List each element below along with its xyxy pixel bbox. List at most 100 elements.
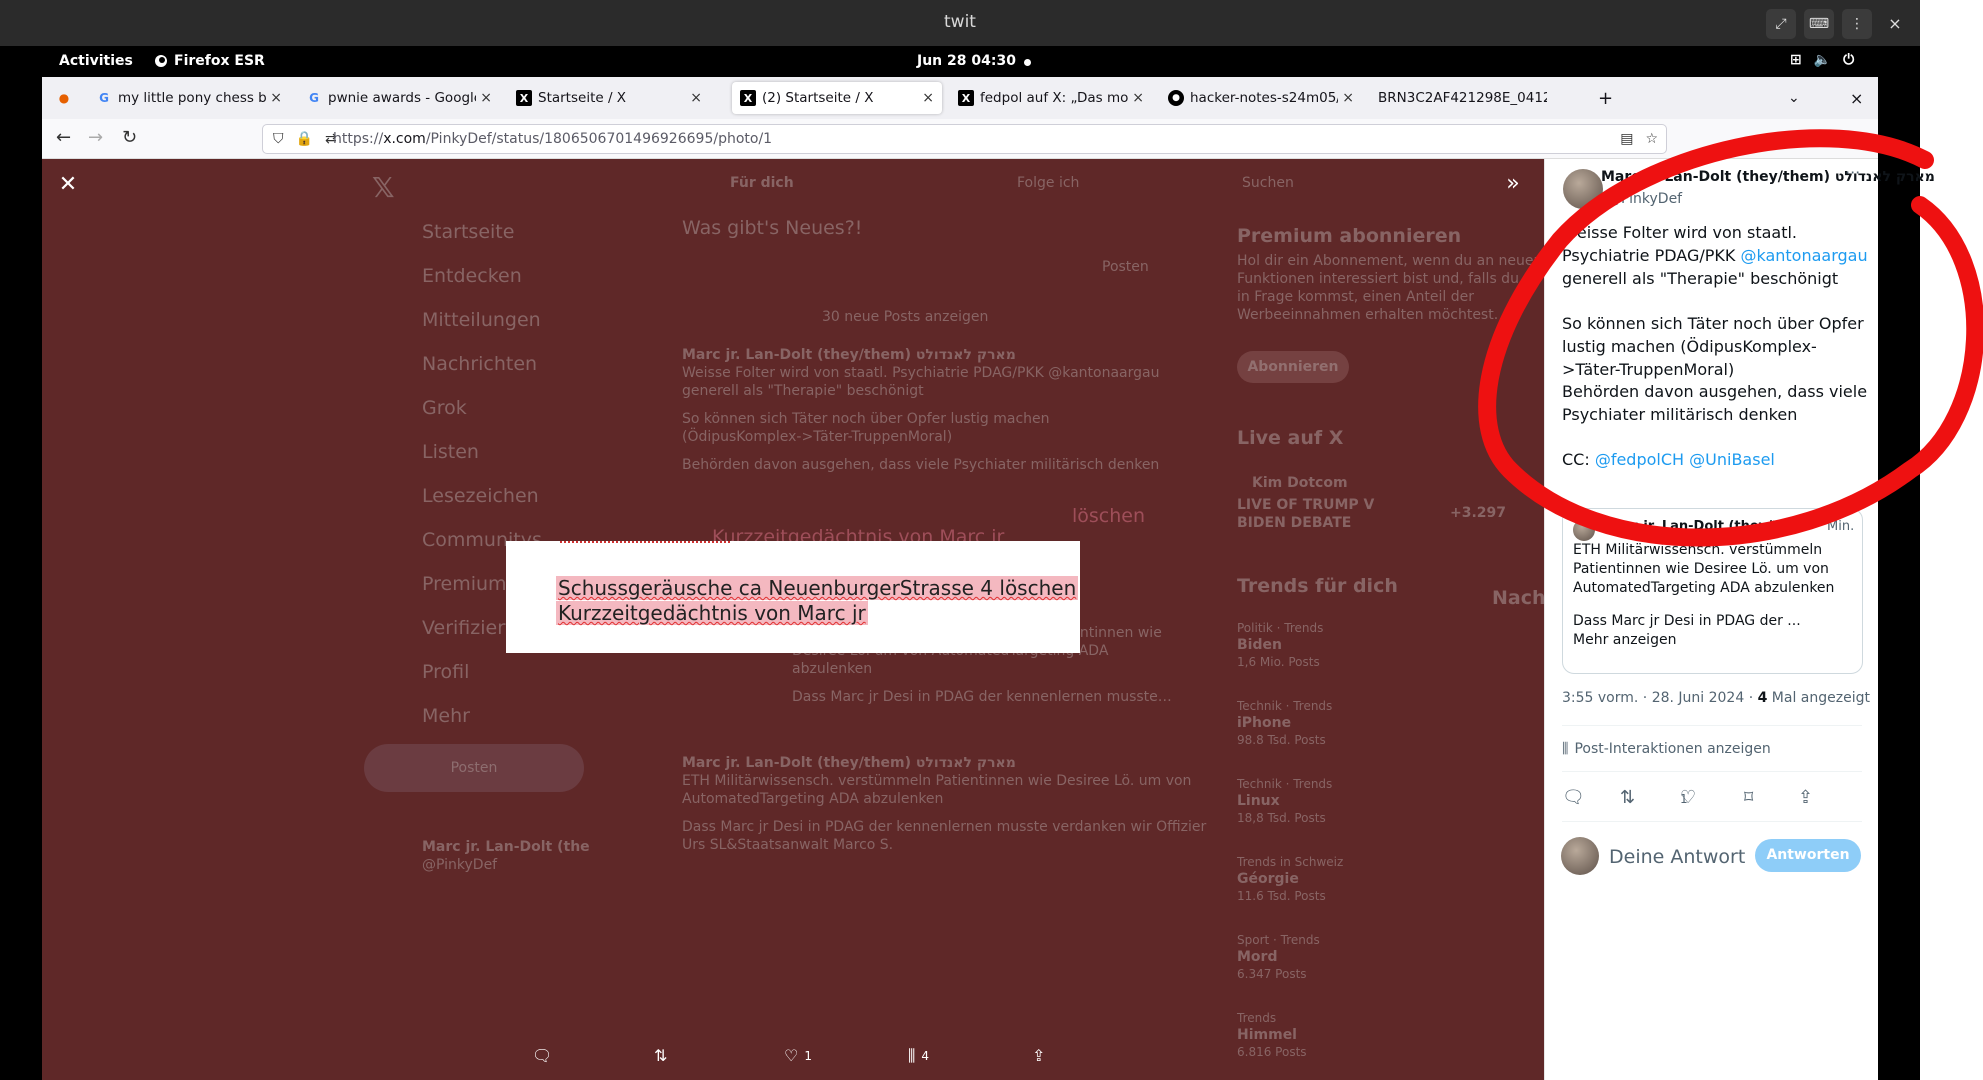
- clock[interactable]: Jun 28 04:30: [917, 53, 1016, 69]
- close-tab-icon[interactable]: ×: [480, 90, 492, 106]
- close-tab-icon[interactable]: ×: [922, 90, 934, 106]
- reload-icon[interactable]: ↻: [122, 127, 137, 148]
- expand-panel-icon[interactable]: »: [1497, 169, 1529, 201]
- ghost-feed-line: generell als "Therapie" beschönigt: [682, 383, 924, 399]
- ghost-feed-line: Dass Marc jr Desi in PDAG der kennenlern…: [792, 689, 1172, 705]
- ghost-live-text: BIDEN DEBATE: [1237, 515, 1352, 531]
- ghost-compose: Was gibt's Neues?!: [682, 217, 863, 239]
- ghost-trend-cat: Technik · Trends: [1237, 777, 1333, 791]
- close-window-icon[interactable]: ×: [1842, 82, 1872, 114]
- tab[interactable]: ● hacker-notes-s24m05/sca ×: [1160, 82, 1362, 114]
- ghost-trend-cat: Politik · Trends: [1237, 621, 1324, 635]
- like-button[interactable]: ♡ 1: [1680, 787, 1696, 808]
- photo-crop-line: [560, 541, 730, 543]
- quoted-tweet[interactable]: Marc jr. Lan-Dolt (they/t Min. ETH Milit…: [1562, 508, 1863, 674]
- share-icon[interactable]: ⇪: [1798, 787, 1813, 808]
- screen: twit ⤢ ⌨ ⋮ × Activities Firefox ESR Jun …: [0, 0, 1983, 1080]
- mention-link[interactable]: @kantonaargau: [1740, 246, 1867, 265]
- mention-link[interactable]: @UniBasel: [1689, 450, 1775, 469]
- ghost-live-count: +3.297: [1450, 505, 1507, 521]
- close-tab-icon[interactable]: ×: [1342, 90, 1354, 106]
- show-more-link[interactable]: Mehr anzeigen: [1573, 631, 1858, 650]
- ghost-nav-item: Grok: [422, 397, 467, 419]
- tab[interactable]: G my little pony chess board ×: [88, 82, 290, 114]
- tab-title: pwnie awards - Google Search: [328, 90, 476, 106]
- reader-view-icon[interactable]: ▤: [1620, 125, 1633, 153]
- bookmark-icon[interactable]: ⌑: [1744, 787, 1753, 808]
- activities-button[interactable]: Activities: [59, 53, 133, 69]
- list-all-tabs-icon[interactable]: ⌄: [1780, 82, 1810, 114]
- tweet-actions: 🗨 ⇅ ♡ 1 ⌑ ⇪: [1562, 787, 1872, 811]
- tweet-author-handle[interactable]: @PinkyDef: [1607, 191, 1682, 207]
- avatar[interactable]: [1563, 169, 1603, 209]
- reply-input[interactable]: Deine Antwort: [1609, 846, 1745, 868]
- ghost-trend-cat: Trends in Schweiz: [1237, 855, 1344, 869]
- tweet-meta: 3:55 vorm. · 28. Juni 2024 · 4 Mal angez…: [1562, 690, 1870, 706]
- like-count: 1: [804, 1048, 812, 1063]
- ghost-trend-posts: 1,6 Mio. Posts: [1237, 655, 1320, 669]
- close-tab-icon[interactable]: ×: [1132, 90, 1144, 106]
- post-interactions-link[interactable]: ⫼ Post-Interaktionen anzeigen: [1562, 741, 1771, 757]
- like-button[interactable]: ♡ 1: [784, 1046, 812, 1065]
- ghost-nav-item: Mehr: [422, 705, 470, 727]
- repost-icon[interactable]: ⇅: [654, 1046, 667, 1065]
- tab[interactable]: X fedpol auf X: „Das mobile ×: [950, 82, 1152, 114]
- url-bar-icons: ⛉ 🔒 ⇄: [273, 125, 337, 153]
- close-photo-icon[interactable]: ✕: [52, 169, 84, 201]
- tweet-photo[interactable]: Schussgeräusche ca NeuenburgerStrasse 4 …: [506, 541, 1080, 653]
- more-options-icon[interactable]: ···: [1845, 163, 1860, 182]
- url-bar[interactable]: ⛉ 🔒 ⇄ https://x.com/PinkyDef/status/1806…: [262, 124, 1667, 154]
- mention-link[interactable]: @fedpolCH: [1595, 450, 1684, 469]
- reply-button[interactable]: Antworten: [1755, 839, 1861, 872]
- share-icon[interactable]: ⇪: [1032, 1046, 1045, 1065]
- ghost-trend-posts: 11.6 Tsd. Posts: [1237, 889, 1326, 903]
- tweet-author-name[interactable]: Marc jr. Lan-Dolt (they/them) מארק לאנדו…: [1601, 169, 1935, 185]
- ghost-search: Suchen: [1242, 175, 1294, 191]
- lock-icon[interactable]: 🔒: [296, 125, 313, 153]
- tab[interactable]: BRN3C2AF421298E_041222: [1370, 82, 1555, 114]
- ghost-nav-item: Startseite: [422, 221, 515, 243]
- shield-icon[interactable]: ⛉: [273, 125, 284, 153]
- ghost-live-title: Live auf X: [1237, 427, 1344, 449]
- quoted-avatar: [1573, 519, 1595, 541]
- keyboard-icon[interactable]: ⌨: [1804, 9, 1834, 39]
- x-logo-icon: 𝕏: [372, 171, 395, 204]
- tab-active[interactable]: X (2) Startseite / X ×: [732, 82, 942, 114]
- forward-icon[interactable]: →: [88, 127, 103, 148]
- power-icon: ⏻: [1843, 52, 1855, 68]
- app-menu[interactable]: Firefox ESR: [154, 53, 265, 69]
- ghost-subscribe-button: Abonnieren: [1237, 351, 1349, 383]
- tab-title: (2) Startseite / X: [762, 90, 874, 106]
- close-tab-icon[interactable]: ×: [270, 90, 282, 106]
- right-margin: [1878, 77, 1920, 1080]
- ghost-feed-author: Marc jr. Lan-Dolt (they/them) מארק לאנדו…: [682, 347, 1016, 363]
- ghost-post-button: Posten: [364, 744, 584, 792]
- tab[interactable]: G pwnie awards - Google Search ×: [298, 82, 500, 114]
- close-window-button[interactable]: ×: [1880, 9, 1910, 39]
- remote-window-controls: ⤢ ⌨ ⋮ ×: [1766, 9, 1910, 39]
- tab[interactable]: X Startseite / X ×: [508, 82, 710, 114]
- ghost-nav-item: Profil: [422, 661, 470, 683]
- quoted-text: Dass Marc jr Desi in PDAG der ...: [1573, 613, 1801, 629]
- tab-title: my little pony chess board: [118, 90, 267, 106]
- system-tray[interactable]: ⊞ 🔈 ⏻: [1790, 52, 1854, 68]
- url-text[interactable]: https://x.com/PinkyDef/status/1806506701…: [333, 125, 772, 153]
- kebab-menu-icon[interactable]: ⋮: [1842, 9, 1872, 39]
- tweet-timestamp[interactable]: 3:55 vorm. · 28. Juni 2024 ·: [1562, 690, 1758, 706]
- new-tab-button[interactable]: +: [1590, 82, 1620, 114]
- firefox-view-button[interactable]: ●: [48, 82, 78, 114]
- views-button[interactable]: ⫼ 4: [908, 1046, 929, 1066]
- repost-icon[interactable]: ⇅: [1620, 787, 1635, 808]
- ghost-premium-text: Hol dir ein Abonnement, wenn du an neuen: [1237, 253, 1543, 269]
- reply-icon[interactable]: 🗨: [532, 1046, 552, 1065]
- reply-icon[interactable]: 🗨: [1562, 787, 1585, 808]
- fullscreen-icon[interactable]: ⤢: [1766, 9, 1796, 39]
- heart-icon: ♡: [1680, 787, 1697, 808]
- ghost-feed-line: (ÖdipusKomplex->Täter-TruppenMoral): [682, 429, 953, 445]
- photo-viewer-backdrop[interactable]: ✕ » 𝕏 Startseite Entdecken Mitteilungen …: [42, 159, 1544, 1080]
- bookmark-star-icon[interactable]: ☆: [1645, 125, 1658, 153]
- notification-dot: [1024, 59, 1031, 66]
- close-tab-icon[interactable]: ×: [690, 90, 702, 106]
- back-icon[interactable]: ←: [56, 127, 71, 148]
- ghost-nav-item: Lesezeichen: [422, 485, 539, 507]
